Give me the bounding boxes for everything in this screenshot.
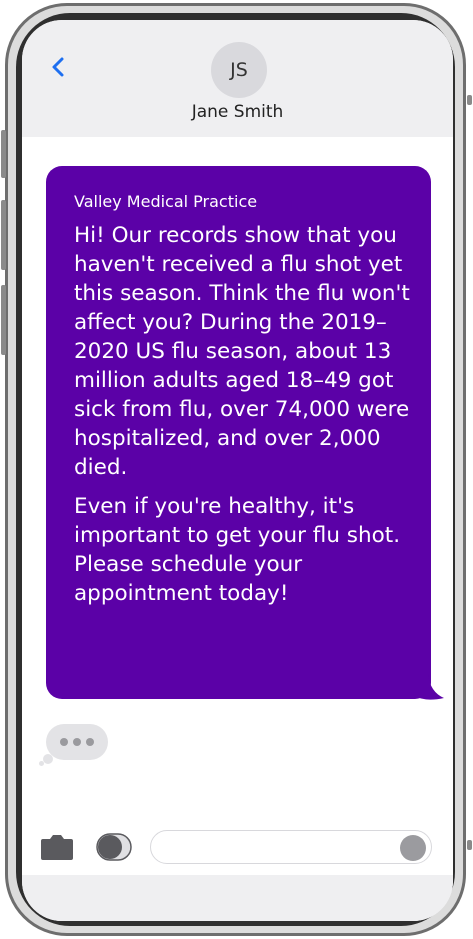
- send-icon[interactable]: [400, 835, 426, 861]
- bubble-tail: [414, 674, 444, 700]
- volume-down-button: [1, 285, 6, 355]
- typing-indicator: [46, 724, 108, 760]
- chevron-left-icon[interactable]: [46, 55, 70, 79]
- message-bubble: Valley Medical Practice Hi! Our records …: [46, 166, 431, 699]
- message-input[interactable]: [150, 830, 432, 864]
- message-paragraph: Even if you're healthy, it's important t…: [74, 494, 401, 606]
- contact-avatar[interactable]: JS: [211, 42, 267, 98]
- bottom-bar: [22, 875, 453, 921]
- power-button: [467, 95, 472, 105]
- contact-initials: JS: [230, 59, 248, 81]
- phone-screen: JS Jane Smith Valley Medical Practice Hi…: [22, 20, 453, 921]
- contact-name[interactable]: Jane Smith: [22, 102, 453, 122]
- message-sender: Valley Medical Practice: [74, 192, 258, 211]
- typing-dot: [60, 738, 68, 746]
- typing-tail: [39, 761, 44, 766]
- camera-icon[interactable]: [40, 834, 74, 860]
- volume-up-button: [1, 200, 6, 270]
- typing-dot: [73, 738, 81, 746]
- typing-tail: [43, 754, 53, 764]
- side-button-lower: [467, 840, 472, 850]
- conversation-header: JS Jane Smith: [22, 20, 453, 137]
- mute-switch: [1, 130, 6, 178]
- message-paragraph: Hi! Our records show that you haven't re…: [74, 223, 410, 480]
- apps-toggle-icon[interactable]: [96, 833, 132, 861]
- typing-dot: [86, 738, 94, 746]
